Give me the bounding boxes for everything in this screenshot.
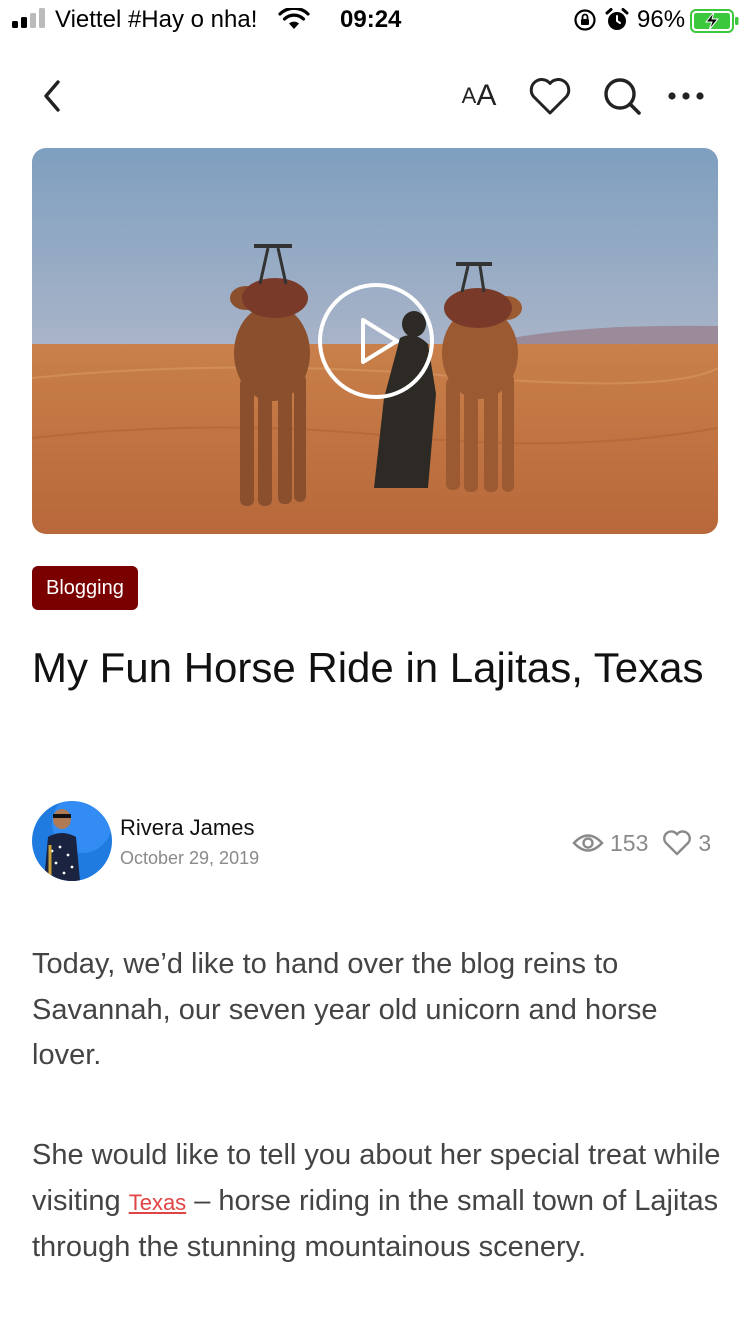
- category-badge[interactable]: Blogging: [32, 566, 138, 610]
- avatar[interactable]: [32, 801, 112, 881]
- hero-video-thumbnail[interactable]: [32, 148, 718, 534]
- article-title: My Fun Horse Ride in Lajitas, Texas: [32, 644, 704, 691]
- text-size-button[interactable]: AA: [450, 74, 508, 118]
- article-paragraph: Today, we’d like to hand over the blog r…: [32, 948, 658, 1071]
- text-size-icon-small: A: [461, 83, 477, 108]
- back-button[interactable]: [30, 74, 74, 118]
- more-icon: [668, 92, 704, 100]
- search-icon: [604, 78, 641, 115]
- rotation-lock-icon: [574, 9, 596, 31]
- status-bar: Viettel #Hay o nha! 09:24 96%: [0, 0, 750, 40]
- signal-icon: [12, 8, 45, 28]
- eye-icon: [572, 832, 604, 854]
- status-time: 09:24: [340, 6, 402, 33]
- favorite-button[interactable]: [526, 74, 574, 118]
- more-options-button[interactable]: [664, 74, 708, 118]
- texas-link[interactable]: Texas: [129, 1190, 186, 1215]
- post-date: October 29, 2019: [120, 848, 260, 868]
- author-name[interactable]: Rivera James: [120, 815, 254, 841]
- view-count: 153: [610, 829, 649, 856]
- carrier-name: Viettel #Hay o nha!: [55, 6, 258, 33]
- article-stats: 153 3: [572, 826, 711, 860]
- like-count: 3: [698, 829, 712, 856]
- battery-percent: 96%: [637, 6, 686, 33]
- chevron-left-icon: [44, 80, 60, 112]
- text-size-icon-large: A: [476, 79, 497, 112]
- search-button[interactable]: [598, 74, 646, 118]
- top-nav-bar: AA: [0, 60, 750, 132]
- alarm-icon: [605, 8, 629, 30]
- author-avatar-image: [32, 801, 112, 881]
- heart-outline-icon[interactable]: [662, 830, 692, 856]
- wifi-icon: [278, 8, 310, 29]
- play-icon[interactable]: [317, 282, 435, 400]
- article-paragraph: She would like to tell you about her spe…: [32, 1133, 722, 1271]
- battery-charging-icon: [690, 9, 739, 33]
- heart-icon: [529, 78, 571, 115]
